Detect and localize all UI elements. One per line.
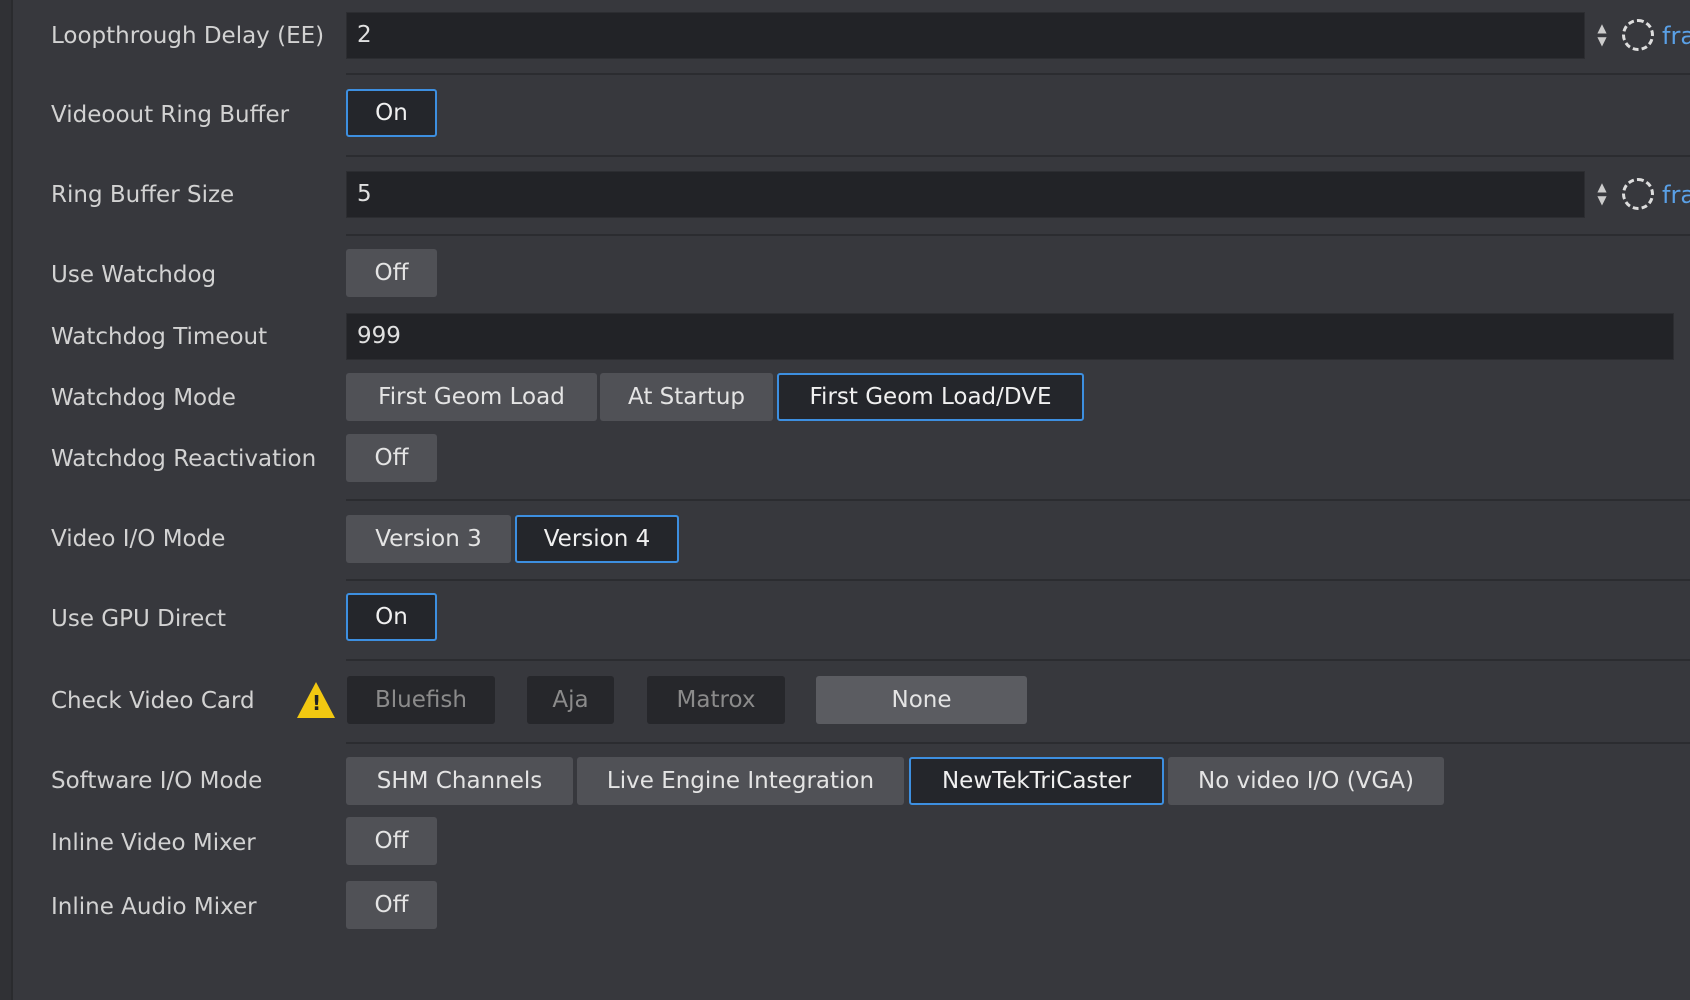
video-io-mode-version-4[interactable]: Version 4	[515, 515, 679, 563]
divider	[346, 155, 1690, 157]
ring-buffer-size-input[interactable]: 5	[346, 171, 1585, 218]
watchdog-timeout-label: Watchdog Timeout	[51, 324, 268, 350]
watchdog-reactivation-label: Watchdog Reactivation	[51, 446, 317, 472]
watchdog-mode-at-startup[interactable]: At Startup	[600, 373, 773, 421]
divider	[346, 742, 1690, 744]
check-video-card-matrox[interactable]: Matrox	[647, 676, 785, 724]
software-io-mode-no-video-io[interactable]: No video I/O (VGA)	[1168, 757, 1444, 805]
use-watchdog-toggle[interactable]: Off	[346, 249, 437, 297]
software-io-mode-shm-channels[interactable]: SHM Channels	[346, 757, 573, 805]
use-gpu-direct-toggle[interactable]: On	[346, 593, 437, 641]
use-gpu-direct-label: Use GPU Direct	[51, 606, 226, 632]
loopthrough-delay-unit[interactable]: fra	[1662, 22, 1690, 50]
check-video-card-none[interactable]: None	[816, 676, 1027, 724]
divider	[346, 499, 1690, 501]
ring-buffer-size-unit[interactable]: fra	[1662, 181, 1690, 209]
videoout-ring-buffer-label: Videoout Ring Buffer	[51, 102, 290, 128]
divider	[346, 659, 1690, 661]
watchdog-mode-label: Watchdog Mode	[51, 385, 236, 411]
ring-buffer-size-label: Ring Buffer Size	[51, 182, 235, 208]
watchdog-mode-first-geom-load[interactable]: First Geom Load	[346, 373, 597, 421]
inline-video-mixer-toggle[interactable]: Off	[346, 817, 437, 865]
loopthrough-delay-spinner-icon[interactable]: ▲ ▼	[1594, 22, 1610, 48]
video-io-mode-version-3[interactable]: Version 3	[346, 515, 511, 563]
videoout-ring-buffer-toggle[interactable]: On	[346, 89, 437, 137]
divider	[346, 579, 1690, 581]
inline-audio-mixer-label: Inline Audio Mixer	[51, 894, 257, 920]
inline-audio-mixer-toggle[interactable]: Off	[346, 881, 437, 929]
warning-triangle-icon: !	[297, 682, 335, 718]
loopthrough-delay-label: Loopthrough Delay (EE)	[51, 23, 325, 49]
ring-buffer-size-spinner-icon[interactable]: ▲ ▼	[1594, 181, 1610, 207]
divider	[346, 73, 1690, 75]
watchdog-mode-first-geom-load-dve[interactable]: First Geom Load/DVE	[777, 373, 1084, 421]
video-io-mode-label: Video I/O Mode	[51, 526, 226, 552]
check-video-card-label: Check Video Card	[51, 688, 255, 714]
loopthrough-delay-input[interactable]: 2	[346, 12, 1585, 59]
software-io-mode-live-engine-integration[interactable]: Live Engine Integration	[577, 757, 904, 805]
check-video-card-bluefish[interactable]: Bluefish	[347, 676, 495, 724]
check-video-card-aja[interactable]: Aja	[527, 676, 614, 724]
software-io-mode-label: Software I/O Mode	[51, 768, 263, 794]
reset-icon[interactable]	[1622, 178, 1654, 210]
reset-icon[interactable]	[1622, 19, 1654, 51]
watchdog-reactivation-toggle[interactable]: Off	[346, 434, 437, 482]
left-panel-border	[0, 0, 13, 1000]
use-watchdog-label: Use Watchdog	[51, 262, 217, 288]
inline-video-mixer-label: Inline Video Mixer	[51, 830, 256, 856]
watchdog-timeout-input[interactable]: 999	[346, 313, 1674, 360]
software-io-mode-newtek-tricaster[interactable]: NewTekTriCaster	[909, 757, 1164, 805]
divider	[346, 234, 1690, 236]
